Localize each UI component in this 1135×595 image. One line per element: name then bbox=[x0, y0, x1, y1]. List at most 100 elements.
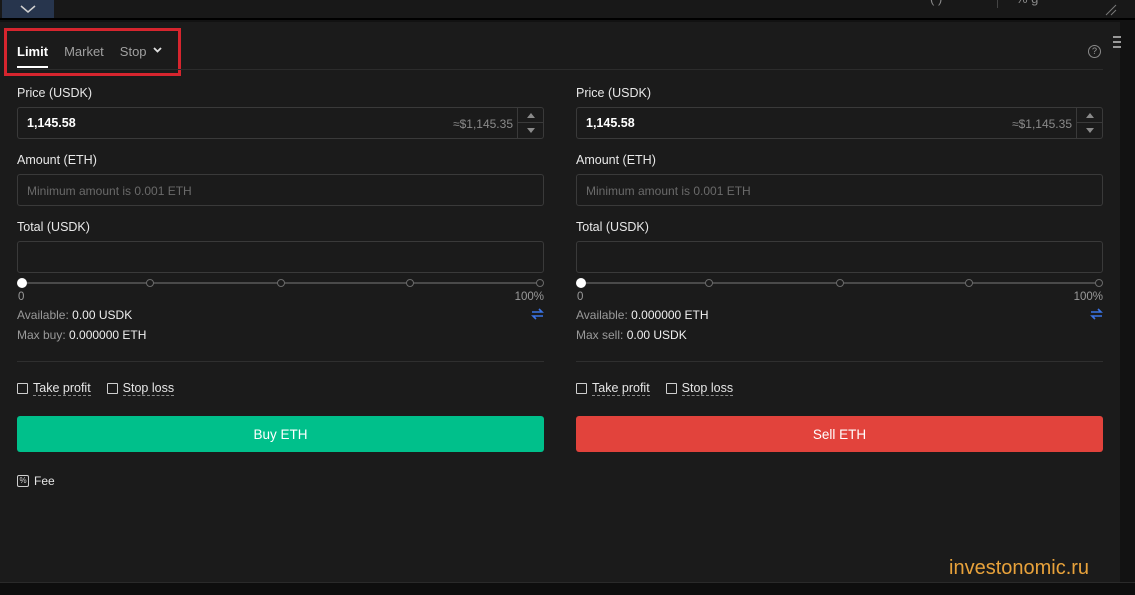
max-row: Max buy: 0.000000 ETH bbox=[17, 325, 544, 345]
stepper-down-icon[interactable] bbox=[1077, 123, 1102, 138]
chevron-down-icon bbox=[152, 47, 162, 53]
slider-tick-25[interactable] bbox=[146, 279, 154, 287]
swap-icon[interactable] bbox=[1090, 308, 1103, 320]
available-row: Available: 0.00 USDK bbox=[17, 305, 544, 325]
slider-labels: 0 100% bbox=[17, 291, 544, 305]
checkbox-box[interactable] bbox=[576, 383, 587, 394]
panel-edge bbox=[1121, 22, 1135, 582]
take-profit-checkbox[interactable]: Take profit bbox=[576, 381, 650, 396]
slider-knob[interactable] bbox=[17, 278, 27, 288]
checkbox-box[interactable] bbox=[17, 383, 28, 394]
total-label: Total (USDK) bbox=[576, 220, 649, 234]
slider-knob[interactable] bbox=[576, 278, 586, 288]
checkbox-box[interactable] bbox=[106, 383, 118, 394]
top-separator bbox=[997, 0, 998, 8]
total-input[interactable] bbox=[576, 241, 1103, 273]
price-approx: ≈$1,145.35 bbox=[1012, 117, 1072, 131]
slider-min-label: 0 bbox=[577, 291, 584, 303]
tabs-divider bbox=[17, 69, 1103, 70]
price-stepper[interactable] bbox=[517, 108, 543, 138]
max-label: Max sell: bbox=[576, 328, 624, 342]
slider-tick-50[interactable] bbox=[277, 279, 285, 287]
available-label: Available: bbox=[17, 308, 69, 322]
slider-labels: 0 100% bbox=[576, 291, 1103, 305]
price-value: 1,145.58 bbox=[586, 116, 635, 130]
section-divider bbox=[17, 361, 544, 362]
take-profit-checkbox[interactable]: Take profit bbox=[17, 381, 91, 396]
price-input[interactable]: 1,145.58 ≈$1,145.35 bbox=[576, 107, 1103, 139]
total-input[interactable] bbox=[17, 241, 544, 273]
tpsl-options: Take profit Stop loss bbox=[17, 381, 544, 396]
slider-tick-25[interactable] bbox=[705, 279, 713, 287]
top-fragment-right: % g bbox=[1016, 0, 1038, 6]
buy-form: Price (USDK) 1,145.58 ≈$1,145.35 Amount … bbox=[17, 86, 544, 452]
take-profit-label: Take profit bbox=[592, 381, 650, 396]
section-divider bbox=[576, 361, 1103, 362]
resize-corner-icon[interactable] bbox=[1105, 4, 1117, 16]
slider-tick-75[interactable] bbox=[406, 279, 414, 287]
stepper-down-icon[interactable] bbox=[518, 123, 543, 138]
order-type-tabs: Limit Market Stop bbox=[17, 44, 162, 68]
stepper-up-icon[interactable] bbox=[1077, 108, 1102, 123]
top-fragment-left: ( ) bbox=[930, 0, 942, 6]
slider-max-label: 100% bbox=[1073, 291, 1103, 303]
price-stepper[interactable] bbox=[1076, 108, 1102, 138]
max-value: 0.000000 ETH bbox=[69, 328, 147, 342]
max-row: Max sell: 0.00 USDK bbox=[576, 325, 1103, 345]
amount-slider[interactable] bbox=[576, 276, 1103, 290]
amount-placeholder: Minimum amount is 0.001 ETH bbox=[586, 184, 751, 198]
price-label: Price (USDK) bbox=[17, 86, 93, 100]
take-profit-label: Take profit bbox=[33, 381, 91, 396]
slider-max-label: 100% bbox=[514, 291, 544, 303]
top-bar: ( ) % g bbox=[0, 0, 1135, 20]
tab-limit-label: Limit bbox=[17, 44, 49, 59]
total-label: Total (USDK) bbox=[17, 220, 90, 234]
swap-icon[interactable] bbox=[531, 308, 544, 320]
fee-link[interactable]: % Fee bbox=[17, 474, 55, 488]
amount-slider[interactable] bbox=[17, 276, 544, 290]
stop-loss-checkbox[interactable]: Stop loss bbox=[106, 381, 175, 396]
stop-loss-checkbox[interactable]: Stop loss bbox=[665, 381, 734, 396]
price-input[interactable]: 1,145.58 ≈$1,145.35 bbox=[17, 107, 544, 139]
bottom-strip bbox=[0, 582, 1135, 595]
tpsl-options: Take profit Stop loss bbox=[576, 381, 1103, 396]
tab-stop[interactable]: Stop bbox=[120, 44, 162, 68]
stop-loss-label: Stop loss bbox=[681, 381, 734, 396]
fee-label: Fee bbox=[34, 474, 55, 488]
tab-market-label: Market bbox=[64, 44, 104, 59]
amount-label: Amount (ETH) bbox=[576, 153, 656, 167]
sell-form: Price (USDK) 1,145.58 ≈$1,145.35 Amount … bbox=[576, 86, 1103, 452]
slider-tick-75[interactable] bbox=[965, 279, 973, 287]
tab-stop-label: Stop bbox=[119, 44, 147, 59]
collapse-button[interactable] bbox=[2, 0, 54, 18]
available-value: 0.000000 ETH bbox=[631, 308, 709, 322]
slider-tick-50[interactable] bbox=[836, 279, 844, 287]
price-label: Price (USDK) bbox=[576, 86, 652, 100]
chevron-down-icon bbox=[20, 5, 36, 13]
amount-input[interactable]: Minimum amount is 0.001 ETH bbox=[17, 174, 544, 206]
available-label: Available: bbox=[576, 308, 628, 322]
stop-loss-label: Stop loss bbox=[122, 381, 175, 396]
buy-button[interactable]: Buy ETH bbox=[17, 416, 544, 452]
sell-button[interactable]: Sell ETH bbox=[576, 416, 1103, 452]
fee-icon: % bbox=[17, 475, 29, 487]
price-approx: ≈$1,145.35 bbox=[453, 117, 513, 131]
slider-min-label: 0 bbox=[18, 291, 25, 303]
tab-limit[interactable]: Limit bbox=[17, 44, 49, 68]
slider-tick-100[interactable] bbox=[1095, 279, 1103, 287]
max-value: 0.00 USDK bbox=[626, 328, 687, 342]
slider-tick-100[interactable] bbox=[536, 279, 544, 287]
available-row: Available: 0.000000 ETH bbox=[576, 305, 1103, 325]
watermark: investonomic.ru bbox=[949, 557, 1090, 579]
tab-market[interactable]: Market bbox=[64, 44, 104, 68]
amount-placeholder: Minimum amount is 0.001 ETH bbox=[27, 184, 192, 198]
amount-label: Amount (ETH) bbox=[17, 153, 97, 167]
stepper-up-icon[interactable] bbox=[518, 108, 543, 123]
checkbox-box[interactable] bbox=[665, 383, 677, 394]
amount-input[interactable]: Minimum amount is 0.001 ETH bbox=[576, 174, 1103, 206]
available-value: 0.00 USDK bbox=[72, 308, 133, 322]
drag-handle-icon[interactable] bbox=[1113, 36, 1121, 48]
help-icon[interactable]: ? bbox=[1088, 45, 1101, 58]
max-label: Max buy: bbox=[17, 328, 66, 342]
price-value: 1,145.58 bbox=[27, 116, 76, 130]
